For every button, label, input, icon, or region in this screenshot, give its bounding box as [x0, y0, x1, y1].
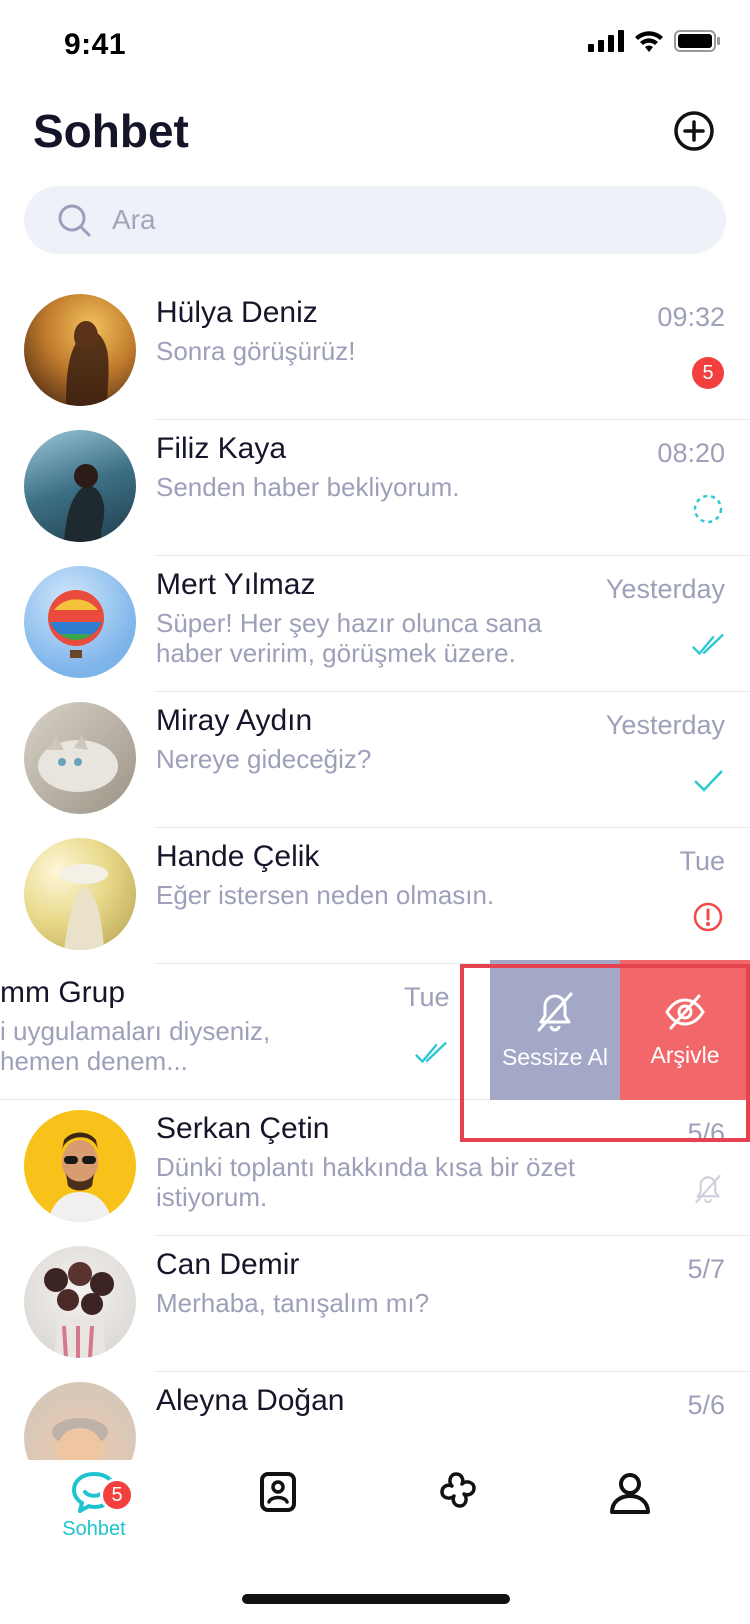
status-icons [588, 30, 720, 52]
last-message: Nereye gideceğiz? [156, 744, 372, 774]
avatar [24, 294, 136, 406]
contact-name: Hande Çelik [156, 840, 320, 873]
status-time: 9:41 [64, 28, 127, 61]
unread-badge: 5 [691, 356, 725, 390]
last-message: Süper! Her şey hazır olunca sana haber v… [156, 608, 542, 668]
add-chat-icon[interactable] [673, 110, 715, 152]
profile-icon [610, 1473, 650, 1514]
avatar [24, 1382, 136, 1460]
cellular-signal-icon [588, 30, 624, 52]
message-time: Yesterday [605, 710, 725, 740]
avatar [24, 1246, 136, 1358]
avatar [24, 1110, 136, 1222]
contact-name: Aleyna Doğan [156, 1384, 345, 1417]
message-time: 09:32 [657, 302, 725, 332]
error-icon [691, 900, 725, 934]
last-message: i uygulamaları diyseniz, hemen denem... [0, 1016, 271, 1076]
chat-row-hulya-deniz[interactable]: Hülya Deniz Sonra görüşürüz! 09:32 5 [0, 280, 750, 420]
tab-contacts[interactable] [208, 1470, 348, 1570]
last-message: Sonra görüşürüz! [156, 336, 356, 366]
discover-icon [440, 1472, 476, 1508]
search-input[interactable] [112, 204, 672, 236]
contact-name: Can Demir [156, 1248, 300, 1281]
chat-row-aleyna-dogan[interactable]: Aleyna Doğan 5/6 [0, 1368, 750, 1460]
status-bar: 9:41 [0, 0, 750, 90]
contact-name: mm Grup [0, 976, 126, 1009]
chat-row-mert-yilmaz[interactable]: Mert Yılmaz Süper! Her şey hazır olunca … [0, 552, 750, 692]
double-check-icon [414, 1036, 448, 1070]
contacts-icon [260, 1472, 296, 1512]
home-indicator [242, 1594, 510, 1604]
last-message: Eğer istersen neden olmasın. [156, 880, 495, 910]
tab-chats-label: Sohbet [62, 1518, 126, 1540]
check-icon [691, 764, 725, 798]
contact-name: Mert Yılmaz [156, 568, 316, 601]
contact-name: Miray Aydın [156, 704, 313, 737]
tab-unread-badge: 5 [100, 1478, 134, 1512]
tab-profile[interactable] [560, 1470, 700, 1570]
contact-name: Serkan Çetin [156, 1112, 330, 1145]
double-check-icon [691, 628, 725, 662]
sending-icon [691, 492, 725, 526]
chat-row-filiz-kaya[interactable]: Filiz Kaya Senden haber bekliyorum. 08:2… [0, 416, 750, 556]
message-time: 5/6 [687, 1390, 725, 1420]
avatar [24, 702, 136, 814]
search-bar[interactable] [24, 186, 726, 254]
wifi-icon [635, 31, 663, 52]
chat-list: Hülya Deniz Sonra görüşürüz! 09:32 5 Fil… [0, 280, 750, 1460]
avatar [24, 838, 136, 950]
last-message: Senden haber bekliyorum. [156, 472, 460, 502]
muted-icon [691, 1172, 725, 1206]
avatar [24, 566, 136, 678]
tab-chats[interactable]: Sohbet 5 [24, 1470, 164, 1570]
chat-row-hande-celik[interactable]: Hande Çelik Eğer istersen neden olmasın.… [0, 824, 750, 964]
message-time: 5/7 [687, 1254, 725, 1284]
battery-icon [674, 30, 720, 52]
last-message: Dünki toplantı hakkında kısa bir özet is… [156, 1152, 576, 1212]
chat-row-can-demir[interactable]: Can Demir Merhaba, tanışalım mı? 5/7 [0, 1232, 750, 1372]
search-icon [58, 204, 91, 237]
avatar [24, 430, 136, 542]
swipe-actions-highlight [460, 964, 750, 1142]
contact-name: Filiz Kaya [156, 432, 287, 465]
message-time: Yesterday [605, 574, 725, 604]
page-title: Sohbet [33, 105, 189, 157]
message-time: Tue [679, 846, 725, 876]
chat-row-miray-aydin[interactable]: Miray Aydın Nereye gideceğiz? Yesterday [0, 688, 750, 828]
message-time: Tue [404, 982, 450, 1012]
last-message: Merhaba, tanışalım mı? [156, 1288, 430, 1318]
tab-discover[interactable] [386, 1470, 526, 1570]
message-time: 08:20 [657, 438, 725, 468]
contact-name: Hülya Deniz [156, 296, 318, 329]
